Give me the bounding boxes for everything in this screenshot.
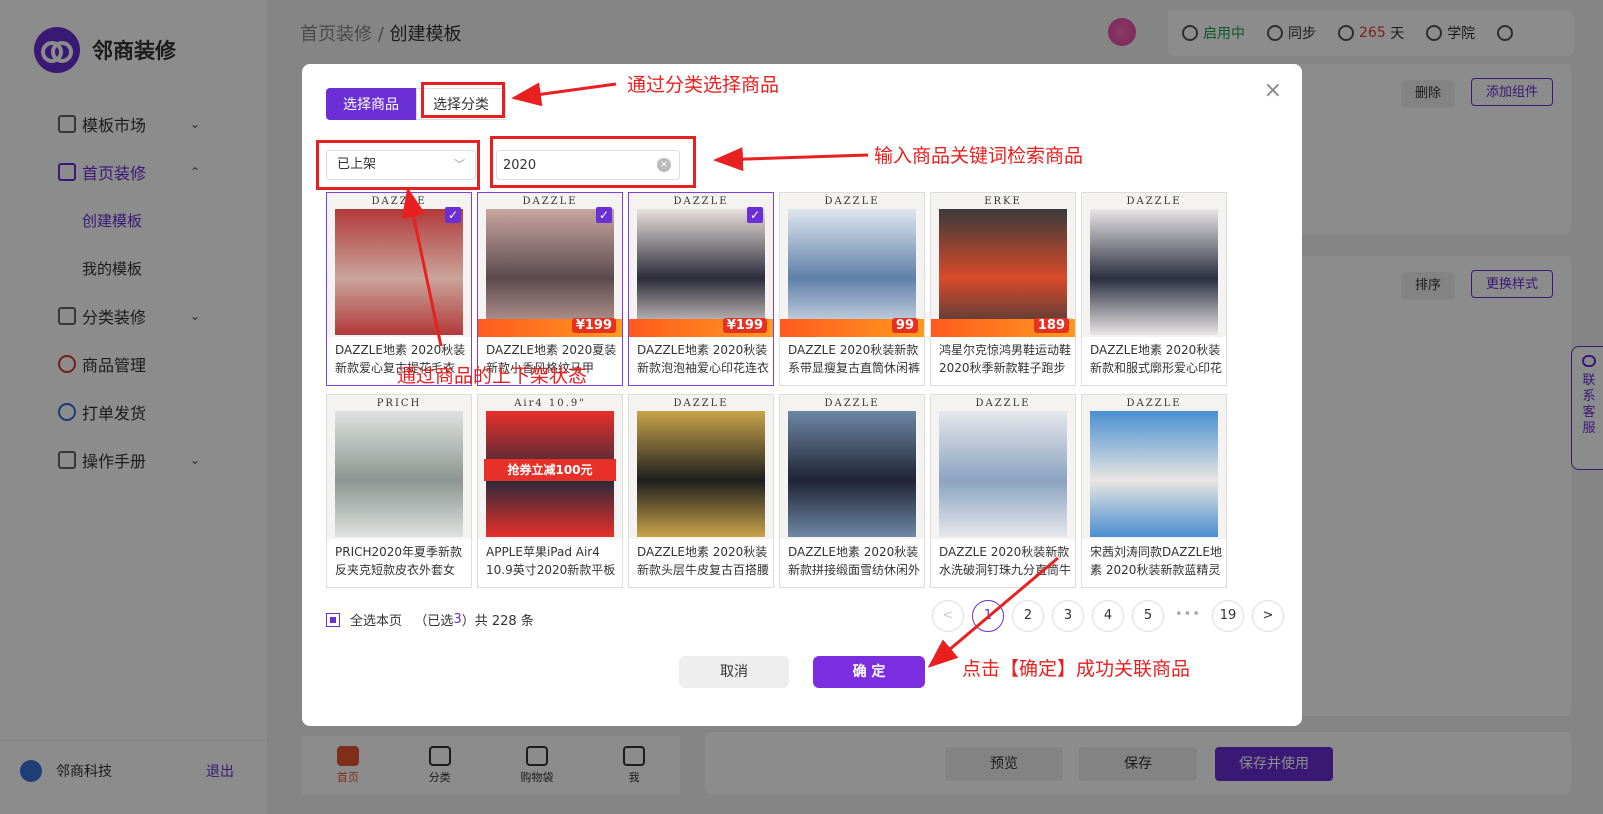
product-photo xyxy=(1090,209,1218,335)
brand-logo: DAZZLE xyxy=(371,196,427,207)
promo-banner: 抢券立减100元 xyxy=(484,459,616,481)
cancel-button[interactable]: 取消 xyxy=(679,656,789,688)
product-photo xyxy=(788,209,916,335)
product-image: DAZZLE xyxy=(1082,193,1226,337)
product-card[interactable]: DAZZLE DAZZLE地素 2020秋装新款头层牛皮复古百搭腰带 xyxy=(628,394,774,588)
brand-logo: DAZZLE xyxy=(673,398,729,409)
product-photo xyxy=(637,411,765,537)
annotation-box-search xyxy=(490,136,696,188)
product-photo xyxy=(637,209,765,335)
page-5-button[interactable]: 5 xyxy=(1132,600,1164,632)
page-1-button[interactable]: 1 xyxy=(972,600,1004,632)
product-name: DAZZLE地素 2020秋装新款拼接缎面雪纺休闲外套 xyxy=(788,545,920,577)
annotation-by-keyword: 输入商品关键词检索商品 xyxy=(874,145,1084,167)
selected-count: 3 xyxy=(453,612,462,627)
prev-page-button[interactable]: < xyxy=(932,600,964,632)
product-photo xyxy=(335,209,463,335)
product-image: Air4 10.9" 抢券立减100元 xyxy=(478,395,622,539)
annotation-by-category: 通过分类选择商品 xyxy=(627,74,780,96)
page-2-button[interactable]: 2 xyxy=(1012,600,1044,632)
checkbox-checked-icon[interactable]: ✓ xyxy=(445,207,461,223)
product-name: DAZZLE地素 2020秋装新款泡泡袖爱心印花连衣裙 xyxy=(637,343,769,375)
next-page-button[interactable]: > xyxy=(1252,600,1284,632)
brand-logo: DAZZLE xyxy=(975,398,1031,409)
price-tag: ¥199 xyxy=(571,318,616,333)
product-photo xyxy=(939,411,1067,537)
product-card[interactable]: DAZZLE ¥199 ✓ DAZZLE地素 2020秋装新款泡泡袖爱心印花连衣裙 xyxy=(628,192,774,386)
product-photo xyxy=(335,411,463,537)
product-image: DAZZLE xyxy=(780,395,924,539)
product-photo xyxy=(486,209,614,335)
product-image: DAZZLE 99 xyxy=(780,193,924,337)
page-3-button[interactable]: 3 xyxy=(1052,600,1084,632)
product-name: DAZZLE地素 2020秋装新款头层牛皮复古百搭腰带 xyxy=(637,545,769,577)
product-card[interactable]: DAZZLE 宋茜刘涛同款DAZZLE地素 2020秋装新款蓝精灵联名卫衣 xyxy=(1081,394,1227,588)
product-image: ERKE 189 xyxy=(931,193,1075,337)
product-photo xyxy=(1090,411,1218,537)
product-card[interactable]: DAZZLE ✓ DAZZLE地素 2020秋装新款爱心复古提花毛衣 xyxy=(326,192,472,386)
product-card[interactable]: DAZZLE DAZZLE 2020秋装新款水洗破洞钉珠九分直筒牛仔裤 xyxy=(930,394,1076,588)
product-photo xyxy=(788,411,916,537)
brand-logo: DAZZLE xyxy=(824,196,880,207)
product-card[interactable]: DAZZLE 99 DAZZLE 2020秋装新款系带显瘦复古直筒休闲裤 xyxy=(779,192,925,386)
page-19-button[interactable]: 19 xyxy=(1212,600,1244,632)
annotation-by-status: 通过商品的上下架状态 xyxy=(397,365,588,387)
product-image: DAZZLE xyxy=(629,395,773,539)
brand-logo: DAZZLE xyxy=(522,196,578,207)
product-photo xyxy=(939,209,1067,335)
product-image: DAZZLE xyxy=(1082,395,1226,539)
product-name: DAZZLE 2020秋装新款系带显瘦复古直筒休闲裤 xyxy=(788,343,920,375)
tab-select-products[interactable]: 选择商品 xyxy=(326,88,416,120)
confirm-button[interactable]: 确 定 xyxy=(813,656,925,688)
select-all-page[interactable]: 全选本页 （已选 3 ）共 228 条 xyxy=(326,610,534,629)
price-tag: 189 xyxy=(1033,318,1069,333)
brand-logo: DAZZLE xyxy=(673,196,729,207)
checkbox-checked-icon[interactable]: ✓ xyxy=(747,207,763,223)
brand-logo: ERKE xyxy=(984,196,1022,207)
product-name: 宋茜刘涛同款DAZZLE地素 2020秋装新款蓝精灵联名卫衣 xyxy=(1090,545,1222,577)
select-all-checkbox[interactable] xyxy=(326,612,340,627)
product-name: 鸿星尔克惊鸿男鞋运动鞋2020秋季新款鞋子跑步鞋 xyxy=(939,343,1071,375)
page-4-button[interactable]: 4 xyxy=(1092,600,1124,632)
product-card[interactable]: DAZZLE DAZZLE地素 2020秋装新款拼接缎面雪纺休闲外套 xyxy=(779,394,925,588)
brand-logo: DAZZLE xyxy=(1126,196,1182,207)
product-card[interactable]: DAZZLE DAZZLE地素 2020秋装新款和服式廓形爱心印花上衣 xyxy=(1081,192,1227,386)
product-image: DAZZLE xyxy=(931,395,1075,539)
pagination: < 1 2 3 4 5 ••• 19 > xyxy=(924,600,1284,632)
checkbox-checked-icon[interactable]: ✓ xyxy=(596,207,612,223)
brand-logo: DAZZLE xyxy=(1126,398,1182,409)
close-icon[interactable]: × xyxy=(1264,78,1282,103)
product-card[interactable]: Air4 10.9" 抢券立减100元 APPLE苹果iPad Air4 10.9英… xyxy=(477,394,623,588)
annotation-confirm-tip: 点击【确定】成功关联商品 xyxy=(962,658,1191,680)
brand-logo: PRICH xyxy=(376,398,422,409)
product-name: DAZZLE地素 2020秋装新款和服式廓形爱心印花上衣 xyxy=(1090,343,1222,375)
annotation-box-status-select xyxy=(316,140,480,190)
page-ellipsis[interactable]: ••• xyxy=(1172,600,1204,632)
annotation-box-category-tab xyxy=(421,82,505,118)
price-tag: 99 xyxy=(891,318,918,333)
product-image: PRICH xyxy=(327,395,471,539)
price-tag: ¥199 xyxy=(722,318,767,333)
product-name: PRICH2020年夏季新款反夹克短款皮衣外套女 xyxy=(335,545,463,577)
brand-logo: DAZZLE xyxy=(824,398,880,409)
product-card[interactable]: PRICH PRICH2020年夏季新款反夹克短款皮衣外套女 xyxy=(326,394,472,588)
brand-logo: Air4 10.9" xyxy=(514,398,586,409)
product-name: APPLE苹果iPad Air4 10.9英寸2020新款平板电脑 xyxy=(486,545,616,577)
product-card[interactable]: ERKE 189 鸿星尔克惊鸿男鞋运动鞋2020秋季新款鞋子跑步鞋 xyxy=(930,192,1076,386)
product-name: DAZZLE 2020秋装新款水洗破洞钉珠九分直筒牛仔裤 xyxy=(939,545,1071,577)
product-card[interactable]: DAZZLE ¥199 ✓ DAZZLE地素 2020夏装新款小香风格纹马甲 xyxy=(477,192,623,386)
